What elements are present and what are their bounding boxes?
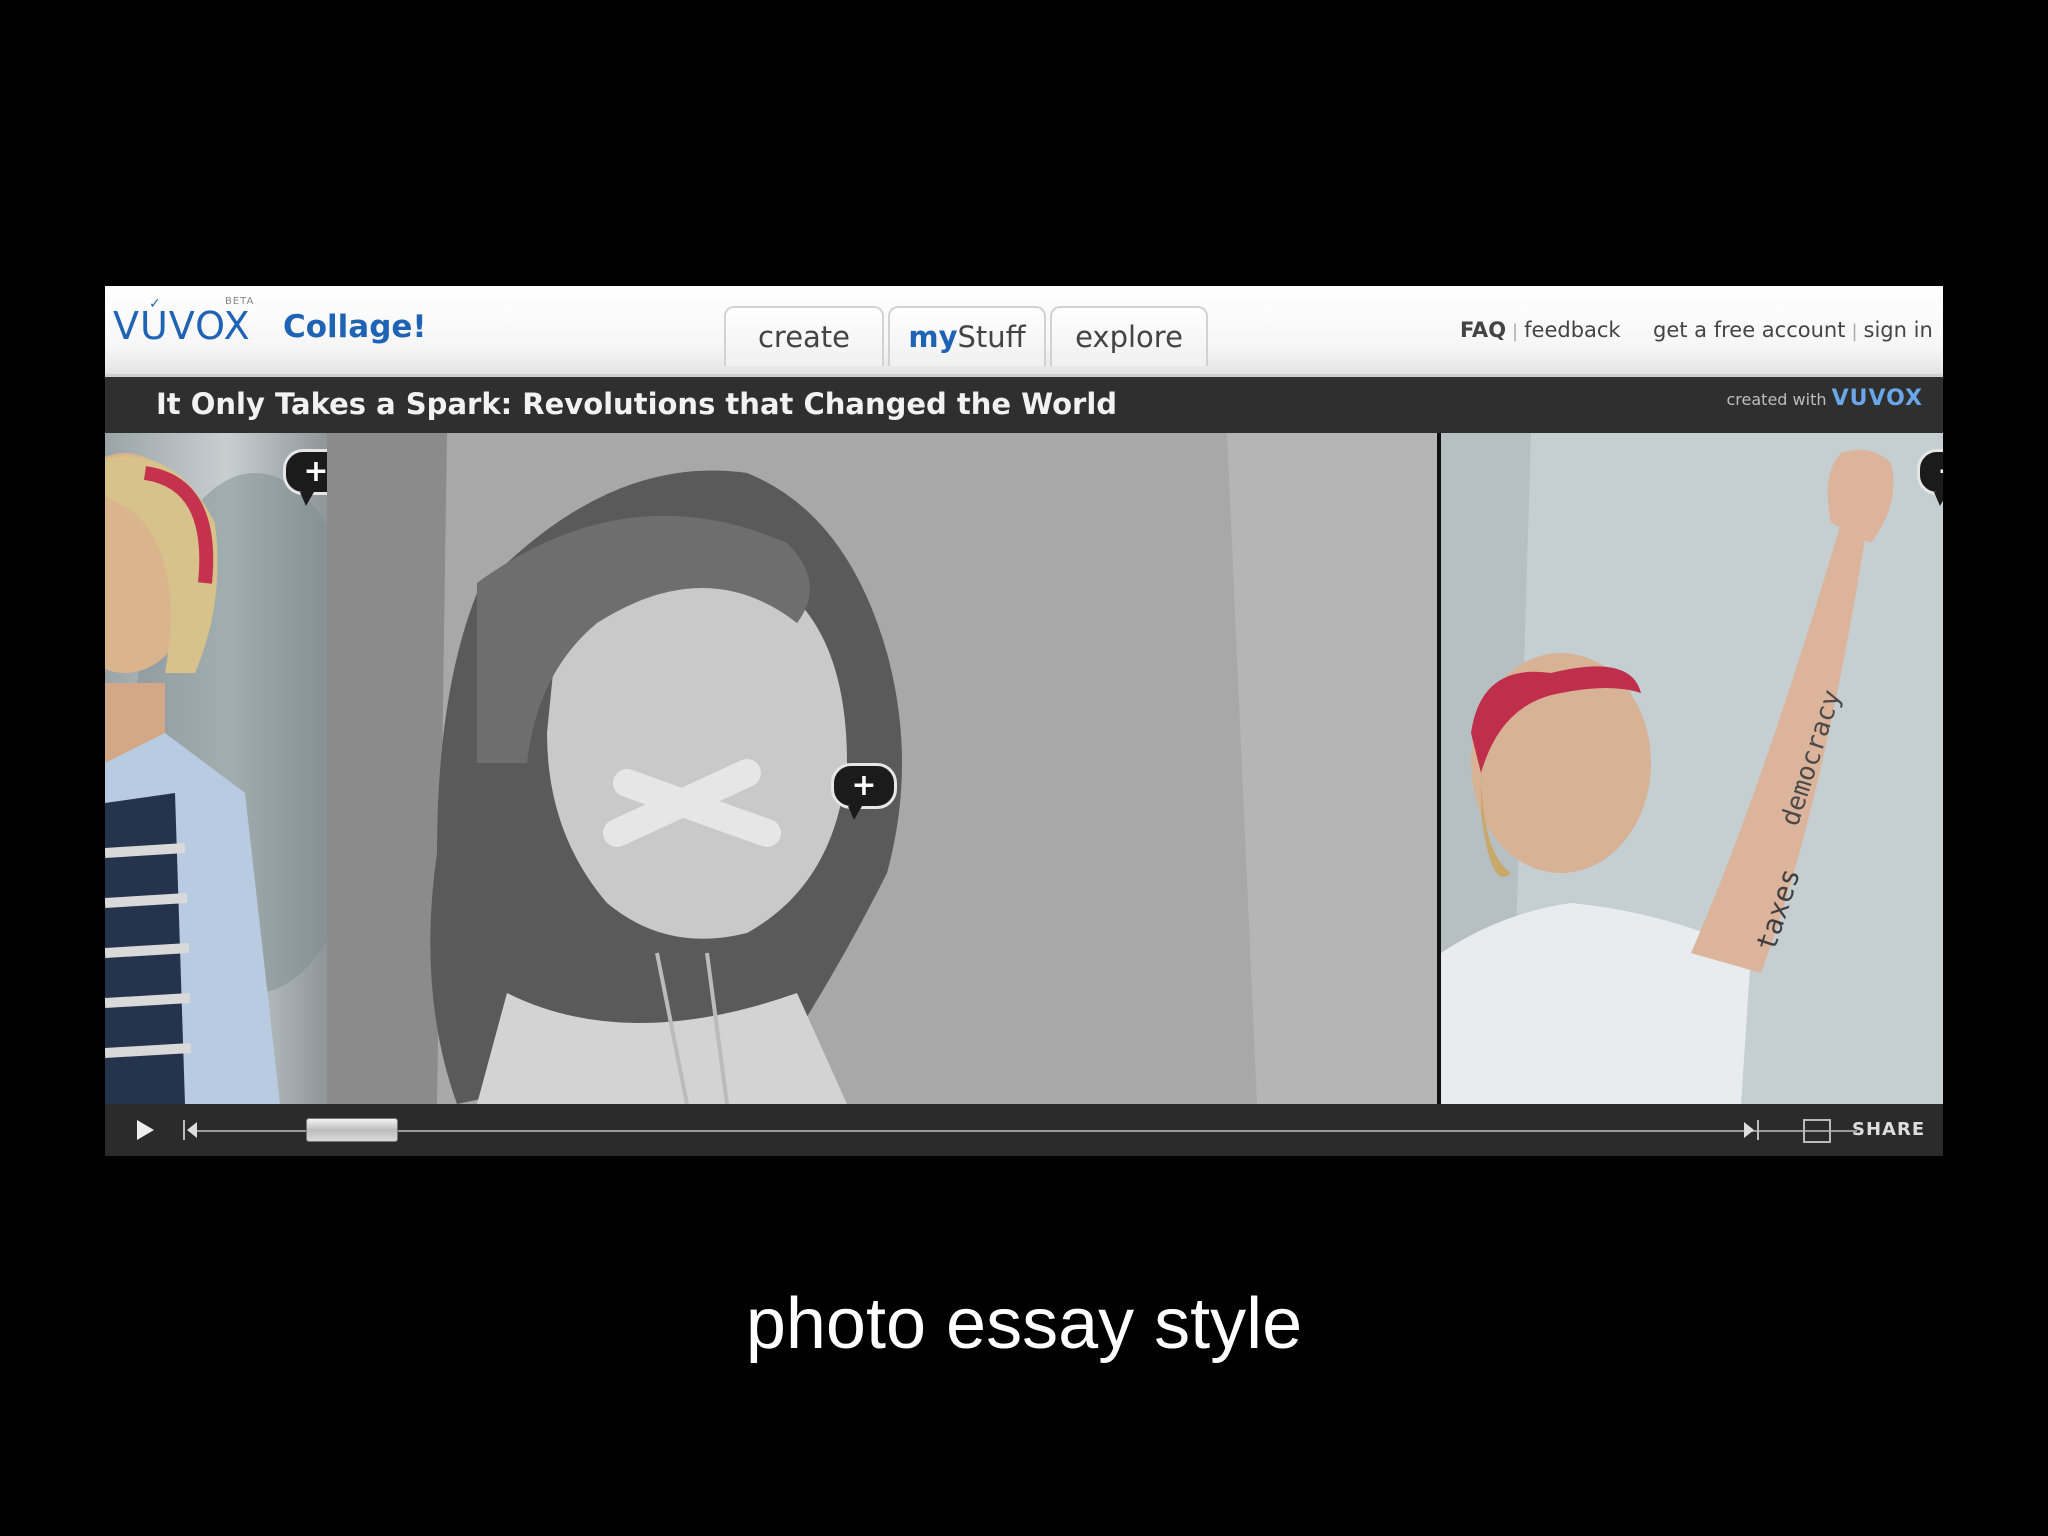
product-name[interactable]: Collage! [283, 309, 427, 345]
header-bar: ✓ BETA VUVOX Collage! create my Stuff exp… [105, 286, 1943, 377]
photo-girl-arm-words-art [1441, 433, 1943, 1104]
collage-title-bar: It Only Takes a Spark: Revolutions that … [105, 377, 1943, 433]
link-separator: | [1851, 321, 1858, 342]
created-with[interactable]: created with VUVOX [1727, 386, 1924, 411]
link-separator: | [1512, 321, 1519, 342]
photo-girl-arm-words: democracy taxes + [1441, 433, 1943, 1104]
logo-text: VUVOX [113, 304, 251, 348]
player-controls: SHARE [105, 1104, 1943, 1156]
created-with-brand: VUVOX [1831, 386, 1923, 411]
photo-girl-looking-up: + [105, 433, 327, 1104]
feedback-link[interactable]: feedback [1524, 318, 1620, 342]
tab-create[interactable]: create [724, 306, 884, 366]
vuvox-collage-screenshot: ✓ BETA VUVOX Collage! create my Stuff exp… [105, 286, 1943, 1156]
account-links: get a free account | sign in [1653, 318, 1933, 342]
fullscreen-icon[interactable] [1803, 1119, 1831, 1143]
faq-link[interactable]: FAQ [1460, 318, 1506, 342]
play-icon[interactable] [137, 1120, 154, 1140]
tab-mystuff-prefix: my [908, 320, 958, 354]
created-with-label: created with [1726, 390, 1827, 409]
tab-create-label: create [757, 320, 851, 354]
tab-mystuff-label: Stuff [957, 320, 1026, 354]
progress-track[interactable] [197, 1130, 1857, 1132]
slide-caption: photo essay style [745, 1284, 1303, 1364]
photo-girl-taped-mouth: + [327, 433, 1441, 1104]
progress-thumb[interactable] [306, 1118, 398, 1142]
tab-explore-label: explore [1075, 320, 1183, 354]
share-button[interactable]: SHARE [1852, 1119, 1925, 1140]
tab-mystuff[interactable]: my Stuff [888, 306, 1046, 366]
vuvox-logo[interactable]: VUVOX [113, 304, 251, 348]
photo-strip[interactable]: + + democracy taxes [105, 433, 1943, 1104]
hotspot-bubble[interactable]: + [1917, 449, 1943, 506]
skip-end-icon[interactable] [1742, 1120, 1760, 1140]
hotspot-bubble[interactable]: + [831, 763, 897, 820]
collage-title: It Only Takes a Spark: Revolutions that … [156, 387, 1118, 421]
sign-in-link[interactable]: sign in [1864, 318, 1933, 342]
tab-explore[interactable]: explore [1050, 306, 1208, 366]
free-account-link[interactable]: get a free account [1653, 318, 1845, 342]
photo-girl-looking-up-art [105, 453, 327, 1104]
hotspot-bubble[interactable]: + [283, 449, 327, 506]
help-links: FAQ | feedback [1460, 318, 1621, 342]
